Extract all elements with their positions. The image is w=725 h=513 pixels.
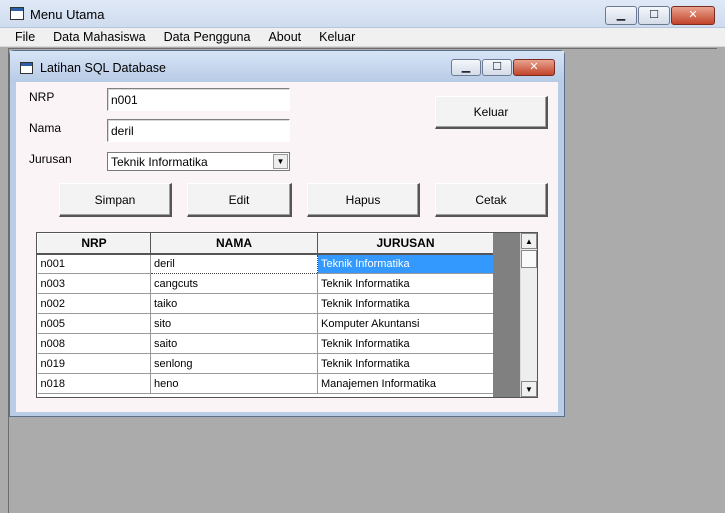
column-header-nama[interactable]: NAMA <box>150 233 318 255</box>
cell-jurusan[interactable]: Teknik Informatika <box>317 333 494 354</box>
main-caption-buttons: ▁ ☐ ✕ <box>605 6 715 25</box>
table-row[interactable]: n002 taiko Teknik Informatika <box>37 293 494 314</box>
vertical-scrollbar[interactable]: ▲ ▼ <box>520 233 537 397</box>
column-header-nrp[interactable]: NRP <box>37 233 151 255</box>
table-row[interactable]: n001 deril Teknik Informatika <box>37 253 494 274</box>
simpan-button[interactable]: Simpan <box>59 183 172 217</box>
close-icon[interactable]: ✕ <box>513 59 555 76</box>
scroll-thumb[interactable] <box>521 250 537 268</box>
menu-data-mahasiswa[interactable]: Data Mahasiswa <box>44 28 154 47</box>
main-window-title: Menu Utama <box>30 7 105 22</box>
chevron-down-icon[interactable]: ▼ <box>273 154 288 169</box>
nrp-input[interactable]: n001 <box>107 88 290 111</box>
child-caption-buttons: ▁ ☐ ✕ <box>451 59 555 76</box>
maximize-icon[interactable]: ☐ <box>638 6 670 25</box>
cell-jurusan[interactable]: Teknik Informatika <box>317 253 494 274</box>
cell-nama[interactable]: senlong <box>150 353 318 374</box>
table-row[interactable]: n018 heno Manajemen Informatika <box>37 373 494 394</box>
nama-input[interactable]: deril <box>107 119 290 142</box>
cell-nrp[interactable]: n003 <box>37 273 151 294</box>
nrp-label: NRP <box>29 90 55 104</box>
edit-button[interactable]: Edit <box>187 183 292 217</box>
cell-nrp[interactable]: n018 <box>37 373 151 394</box>
maximize-icon[interactable]: ☐ <box>482 59 512 76</box>
cell-nama[interactable]: saito <box>150 333 318 354</box>
menu-file[interactable]: File <box>6 28 44 47</box>
main-titlebar[interactable]: Menu Utama ▁ ☐ ✕ <box>0 0 725 28</box>
app-window-icon <box>10 7 24 20</box>
table-row[interactable]: n005 sito Komputer Akuntansi <box>37 313 494 334</box>
jurusan-select[interactable]: Teknik Informatika ▼ <box>107 152 290 171</box>
cell-nrp[interactable]: n001 <box>37 253 151 274</box>
data-grid[interactable]: NRP NAMA JURUSAN n001 deril Teknik Infor… <box>36 232 538 398</box>
cell-nrp[interactable]: n002 <box>37 293 151 314</box>
form-window-icon <box>20 62 33 74</box>
scroll-up-icon[interactable]: ▲ <box>521 233 537 249</box>
column-header-jurusan[interactable]: JURUSAN <box>317 233 494 255</box>
cell-nrp[interactable]: n019 <box>37 353 151 374</box>
menu-data-pengguna[interactable]: Data Pengguna <box>155 28 260 47</box>
table-row[interactable]: n019 senlong Teknik Informatika <box>37 353 494 374</box>
cell-nama[interactable]: deril <box>150 253 318 274</box>
table-row[interactable]: n008 saito Teknik Informatika <box>37 333 494 354</box>
keluar-button[interactable]: Keluar <box>435 96 548 129</box>
cell-nrp[interactable]: n008 <box>37 333 151 354</box>
menu-keluar[interactable]: Keluar <box>310 28 364 47</box>
cell-nama[interactable]: heno <box>150 373 318 394</box>
cell-nama[interactable]: sito <box>150 313 318 334</box>
menubar: File Data Mahasiswa Data Pengguna About … <box>0 28 725 47</box>
cell-jurusan[interactable]: Teknik Informatika <box>317 293 494 314</box>
cell-nama[interactable]: taiko <box>150 293 318 314</box>
close-icon[interactable]: ✕ <box>671 6 715 25</box>
cell-jurusan[interactable]: Komputer Akuntansi <box>317 313 494 334</box>
child-form-title: Latihan SQL Database <box>40 61 167 75</box>
menu-about[interactable]: About <box>259 28 310 47</box>
grid-empty-area <box>493 233 520 397</box>
minimize-icon[interactable]: ▁ <box>451 59 481 76</box>
cetak-button[interactable]: Cetak <box>435 183 548 217</box>
jurusan-label: Jurusan <box>29 152 72 166</box>
hapus-button[interactable]: Hapus <box>307 183 420 217</box>
cell-jurusan[interactable]: Teknik Informatika <box>317 273 494 294</box>
child-titlebar[interactable]: Latihan SQL Database ▁ ☐ ✕ <box>10 51 564 82</box>
jurusan-select-value: Teknik Informatika <box>111 155 208 169</box>
cell-jurusan[interactable]: Manajemen Informatika <box>317 373 494 394</box>
cell-nrp[interactable]: n005 <box>37 313 151 334</box>
grid-header-row: NRP NAMA JURUSAN <box>37 233 494 255</box>
minimize-icon[interactable]: ▁ <box>605 6 637 25</box>
scroll-down-icon[interactable]: ▼ <box>521 381 537 397</box>
table-row[interactable]: n003 cangcuts Teknik Informatika <box>37 273 494 294</box>
cell-jurusan[interactable]: Teknik Informatika <box>317 353 494 374</box>
nama-label: Nama <box>29 121 62 135</box>
cell-nama[interactable]: cangcuts <box>150 273 318 294</box>
grid-table: NRP NAMA JURUSAN n001 deril Teknik Infor… <box>37 233 494 394</box>
